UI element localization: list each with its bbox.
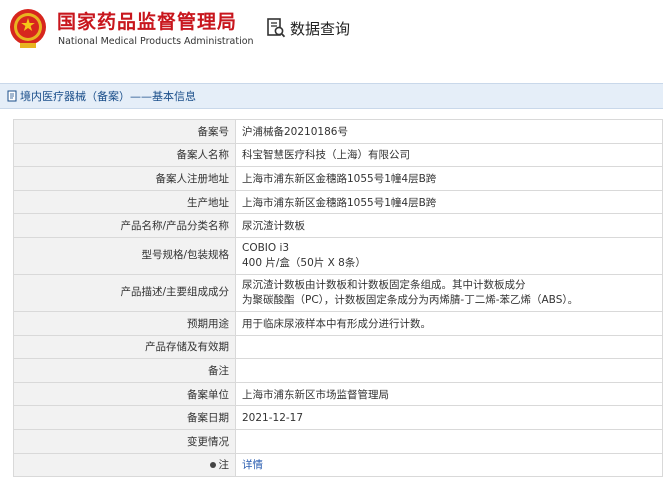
details-link[interactable]: 详情 xyxy=(242,459,263,471)
detail-table-container: 备案号 沪浦械备20210186号 备案人名称 科宝智慧医疗科技（上海）有限公司… xyxy=(13,119,663,478)
row-value xyxy=(235,428,663,454)
table-row: 产品描述/主要组成成分 尿沉渣计数板由计数板和计数板固定条组成。其中计数板成分 … xyxy=(13,273,663,312)
table-row: 注 详情 xyxy=(13,452,663,478)
table-row: 备案日期 2021-12-17 xyxy=(13,405,663,430)
table-row: 产品存储及有效期 xyxy=(13,334,663,360)
row-value: 2021-12-17 xyxy=(235,405,663,430)
note-label: 注 xyxy=(209,457,230,472)
table-row: 产品名称/产品分类名称 尿沉渣计数板 xyxy=(13,213,663,238)
row-label: 备案日期 xyxy=(13,405,236,430)
row-value: 详情 xyxy=(235,452,663,478)
row-label: 备案人名称 xyxy=(13,142,236,168)
row-value xyxy=(235,334,663,360)
row-label: 备案号 xyxy=(13,119,236,144)
row-value-line: COBIO i3 xyxy=(242,241,290,254)
row-label: 备案人注册地址 xyxy=(13,166,236,191)
row-value-line: 400 片/盒（50片 X 8条） xyxy=(242,256,366,269)
table-row: 型号规格/包装规格 COBIO i3 400 片/盒（50片 X 8条） xyxy=(13,236,663,275)
row-value xyxy=(235,358,663,383)
table-row: 备案人名称 科宝智慧医疗科技（上海）有限公司 xyxy=(13,142,663,168)
table-row: 生产地址 上海市浦东新区金穗路1055号1幢4层B跨 xyxy=(13,189,663,215)
bullet-icon xyxy=(209,461,216,468)
document-search-icon xyxy=(267,18,286,38)
row-value: 上海市浦东新区市场监督管理局 xyxy=(235,381,663,407)
detail-table: 备案号 沪浦械备20210186号 备案人名称 科宝智慧医疗科技（上海）有限公司… xyxy=(13,119,663,478)
row-value: 上海市浦东新区金穗路1055号1幢4层B跨 xyxy=(235,166,663,191)
org-name-cn: 国家药品监督管理局 xyxy=(57,11,238,33)
table-row: 备案号 沪浦械备20210186号 xyxy=(13,119,663,144)
table-row: 备案人注册地址 上海市浦东新区金穗路1055号1幢4层B跨 xyxy=(13,166,663,191)
row-value: 用于临床尿液样本中有形成分进行计数。 xyxy=(235,310,663,336)
row-value: COBIO i3 400 片/盒（50片 X 8条） xyxy=(235,236,663,275)
table-row: 备案单位 上海市浦东新区市场监督管理局 xyxy=(13,381,663,407)
row-label: 型号规格/包装规格 xyxy=(13,236,236,275)
section-title: 境内医疗器械（备案）——基本信息 xyxy=(20,90,196,103)
row-value-line: 为聚碳酸酯（PC），计数板固定条成分为丙烯腈-丁二烯-苯乙烯（ABS）。 xyxy=(242,293,579,306)
section-header: 境内医疗器械（备案）——基本信息 xyxy=(0,83,663,109)
row-value: 科宝智慧医疗科技（上海）有限公司 xyxy=(235,142,663,168)
row-label: 预期用途 xyxy=(13,310,236,336)
table-row: 备注 xyxy=(13,358,663,383)
row-label: 变更情况 xyxy=(13,428,236,454)
data-query-link[interactable]: 数据查询 xyxy=(266,17,350,39)
row-label: 备注 xyxy=(13,358,236,383)
table-row: 预期用途 用于临床尿液样本中有形成分进行计数。 xyxy=(13,310,663,336)
row-label: 备案单位 xyxy=(13,381,236,407)
org-name-en: National Medical Products Administration xyxy=(58,36,254,47)
national-emblem-icon xyxy=(10,9,46,48)
row-label: 产品存储及有效期 xyxy=(13,334,236,360)
table-row: 变更情况 xyxy=(13,428,663,454)
row-label: 产品描述/主要组成成分 xyxy=(13,273,236,312)
document-icon xyxy=(7,90,17,102)
row-value: 尿沉渣计数板由计数板和计数板固定条组成。其中计数板成分 为聚碳酸酯（PC），计数… xyxy=(235,273,663,312)
note-label-text: 注 xyxy=(218,459,230,472)
row-value-line: 尿沉渣计数板由计数板和计数板固定条组成。其中计数板成分 xyxy=(242,278,526,291)
row-label: 产品名称/产品分类名称 xyxy=(13,213,236,238)
data-query-label: 数据查询 xyxy=(290,19,351,38)
row-label: 生产地址 xyxy=(13,189,236,215)
row-value: 沪浦械备20210186号 xyxy=(235,119,663,144)
note-label-cell: 注 xyxy=(13,452,236,478)
row-value: 上海市浦东新区金穗路1055号1幢4层B跨 xyxy=(235,189,663,215)
site-header: 国家药品监督管理局 National Medical Products Admi… xyxy=(0,0,663,62)
row-value: 尿沉渣计数板 xyxy=(235,213,663,238)
